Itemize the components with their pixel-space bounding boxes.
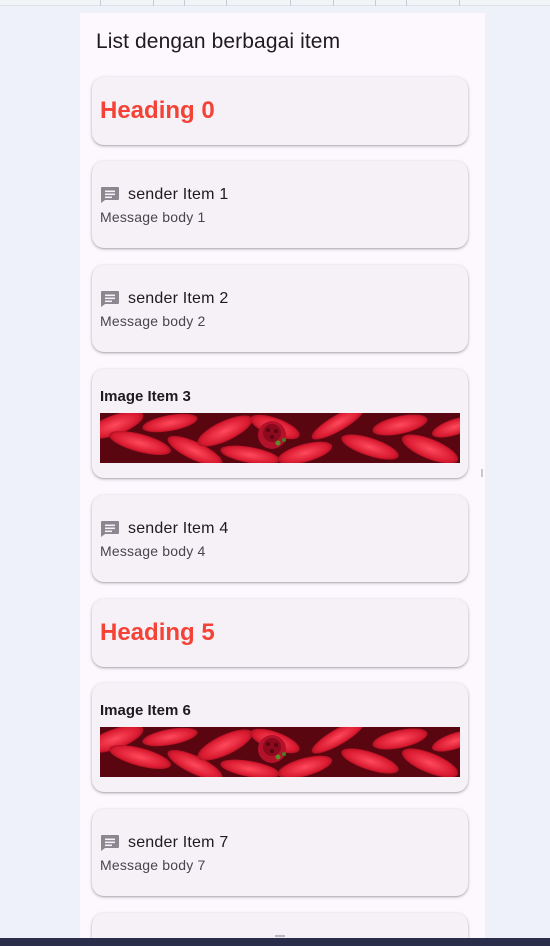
- heading-card[interactable]: Heading 0: [92, 77, 468, 145]
- message-sender: sender Item 2: [128, 290, 229, 307]
- message-body: Message body 2: [100, 313, 206, 329]
- message-icon: [101, 835, 119, 851]
- message-icon: [101, 521, 119, 537]
- red-flower-image: [100, 413, 460, 463]
- image-card[interactable]: Image Item 3: [92, 369, 468, 478]
- message-card[interactable]: sender Item 2 Message body 2: [92, 265, 468, 352]
- message-icon: [101, 187, 119, 203]
- message-body: Message body 1: [100, 209, 206, 225]
- message-body: Message body 7: [100, 857, 206, 873]
- image-card[interactable]: Image Item 6: [92, 683, 468, 792]
- taskbar-strip: [0, 938, 550, 946]
- image-item-title: Image Item 3: [100, 388, 191, 405]
- app-bar-title: List dengan berbagai item: [96, 30, 341, 53]
- window-top-ruler: [0, 0, 550, 6]
- message-card[interactable]: sender Item 1 Message body 1: [92, 161, 468, 248]
- heading-text: Heading 5: [100, 619, 215, 646]
- message-body: Message body 4: [100, 543, 206, 559]
- heading-card[interactable]: Heading 5: [92, 599, 468, 667]
- window-resize-handle[interactable]: [275, 935, 285, 937]
- scrollbar-thumb[interactable]: [481, 469, 483, 477]
- message-icon: [101, 291, 119, 307]
- message-sender: sender Item 1: [128, 186, 229, 203]
- message-card[interactable]: sender Item 4 Message body 4: [92, 495, 468, 582]
- message-sender: sender Item 7: [128, 834, 229, 851]
- heading-text: Heading 0: [100, 97, 215, 124]
- image-item-title: Image Item 6: [100, 702, 191, 719]
- app-screen[interactable]: List dengan berbagai item Heading 0 send…: [80, 13, 485, 946]
- red-flower-image: [100, 727, 460, 777]
- message-sender: sender Item 4: [128, 520, 229, 537]
- message-card[interactable]: sender Item 7 Message body 7: [92, 809, 468, 896]
